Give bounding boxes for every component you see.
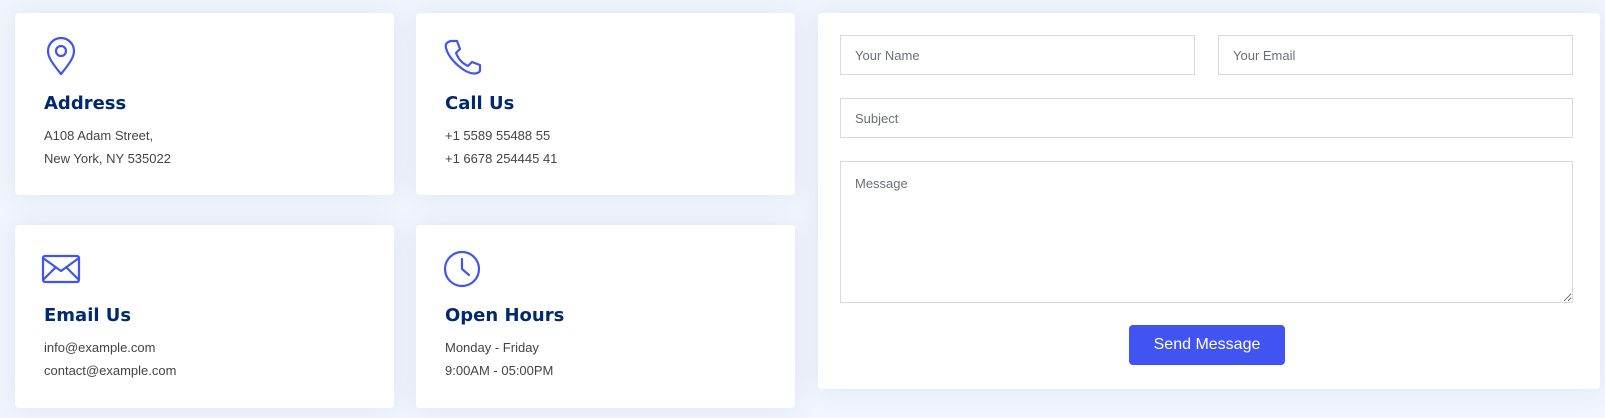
name-input[interactable] [840, 35, 1195, 75]
clock-icon [442, 249, 482, 289]
info-card-title: Call Us [445, 93, 515, 114]
email-line-1: info@example.com [44, 340, 156, 355]
hours-line-2: 9:00AM - 05:00PM [445, 363, 554, 378]
email-input[interactable] [1218, 35, 1573, 75]
info-card-hours: Open Hours Monday - Friday 9:00AM - 05:0… [416, 225, 795, 408]
info-card-title: Email Us [44, 305, 132, 326]
send-message-button[interactable]: Send Message [1129, 325, 1285, 365]
address-line-2: New York, NY 535022 [44, 151, 171, 166]
phone-line-2: +1 6678 254445 41 [445, 151, 558, 166]
geo-alt-icon [41, 37, 81, 77]
address-line-1: A108 Adam Street, [44, 128, 154, 143]
subject-input[interactable] [840, 98, 1573, 138]
info-card-call: Call Us +1 5589 55488 55 +1 6678 254445 … [416, 13, 795, 195]
message-textarea[interactable] [840, 161, 1573, 303]
info-card-title: Open Hours [445, 305, 565, 326]
telephone-icon [442, 37, 482, 77]
envelope-icon [41, 249, 81, 289]
hours-line-1: Monday - Friday [445, 340, 539, 355]
info-card-address: Address A108 Adam Street, New York, NY 5… [15, 13, 394, 195]
contact-form: Send Message [818, 13, 1600, 389]
info-card-title: Address [44, 93, 127, 114]
phone-line-1: +1 5589 55488 55 [445, 128, 551, 143]
email-line-2: contact@example.com [44, 363, 177, 378]
info-card-email: Email Us info@example.com contact@exampl… [15, 225, 394, 408]
